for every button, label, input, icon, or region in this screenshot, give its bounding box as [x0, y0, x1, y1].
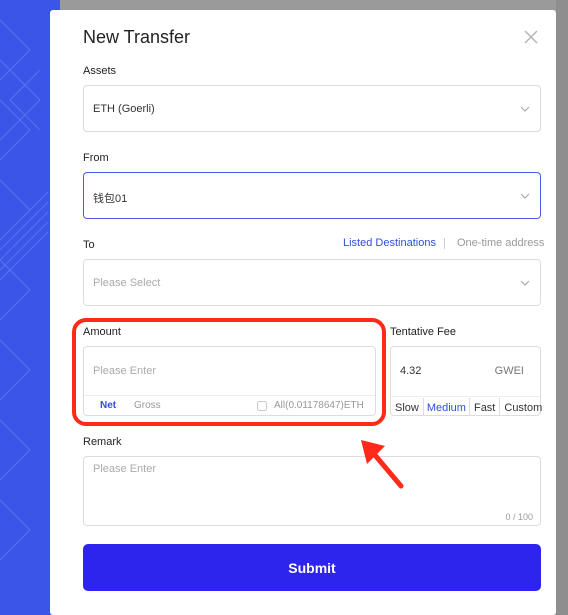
from-value: 钱包01 — [93, 193, 128, 205]
remark-placeholder: Please Enter — [93, 463, 156, 475]
fee-divider — [391, 396, 540, 397]
all-balance-label: All(0.01178647)ETH — [274, 400, 364, 411]
fee-option-medium[interactable]: Medium — [424, 398, 470, 416]
from-label: From — [83, 152, 109, 164]
close-icon[interactable] — [522, 28, 540, 46]
to-label: To — [83, 239, 95, 251]
amount-input[interactable]: Please Enter — [93, 365, 156, 377]
link-divider — [444, 238, 445, 249]
annotation-arrow-icon — [361, 440, 404, 489]
fee-unit: GWEI — [494, 365, 524, 377]
fee-option-custom[interactable]: Custom — [500, 398, 546, 416]
to-placeholder: Please Select — [93, 277, 161, 289]
submit-button[interactable]: Submit — [83, 544, 541, 591]
remark-textarea[interactable]: Please Enter 0 / 100 — [83, 456, 541, 526]
fee-option-slow[interactable]: Slow — [391, 398, 424, 416]
fee-field: 4.32 GWEI Slow Medium Fast Custom — [390, 346, 542, 416]
assets-value: ETH (Goerli) — [93, 103, 155, 115]
remark-char-counter: 0 / 100 — [505, 512, 533, 522]
background-right — [556, 0, 568, 615]
chevron-down-icon — [520, 193, 530, 199]
new-transfer-modal: New Transfer Assets ETH (Goerli) From 钱包… — [50, 10, 556, 615]
chevron-down-icon — [520, 106, 530, 112]
amount-divider — [84, 395, 375, 396]
gross-tab[interactable]: Gross — [134, 400, 161, 411]
assets-select[interactable]: ETH (Goerli) — [83, 85, 541, 132]
tentative-fee-label: Tentative Fee — [390, 326, 457, 338]
fee-option-fast[interactable]: Fast — [470, 398, 501, 416]
assets-label: Assets — [83, 65, 117, 77]
modal-title: New Transfer — [83, 27, 191, 47]
from-select[interactable]: 钱包01 — [83, 172, 541, 219]
all-checkbox[interactable] — [257, 401, 267, 411]
fee-speed-options: Slow Medium Fast Custom — [391, 398, 542, 416]
fee-input[interactable]: 4.32 — [400, 365, 421, 377]
amount-field: Please Enter Net Gross All(0.01178647)ET… — [83, 346, 376, 416]
remark-label: Remark — [83, 436, 122, 448]
amount-label: Amount — [83, 326, 121, 338]
one-time-address-link[interactable]: One-time address — [457, 237, 544, 249]
to-select[interactable]: Please Select — [83, 259, 541, 306]
listed-destinations-link[interactable]: Listed Destinations — [343, 237, 436, 249]
chevron-down-icon — [520, 280, 530, 286]
net-tab[interactable]: Net — [100, 400, 116, 411]
